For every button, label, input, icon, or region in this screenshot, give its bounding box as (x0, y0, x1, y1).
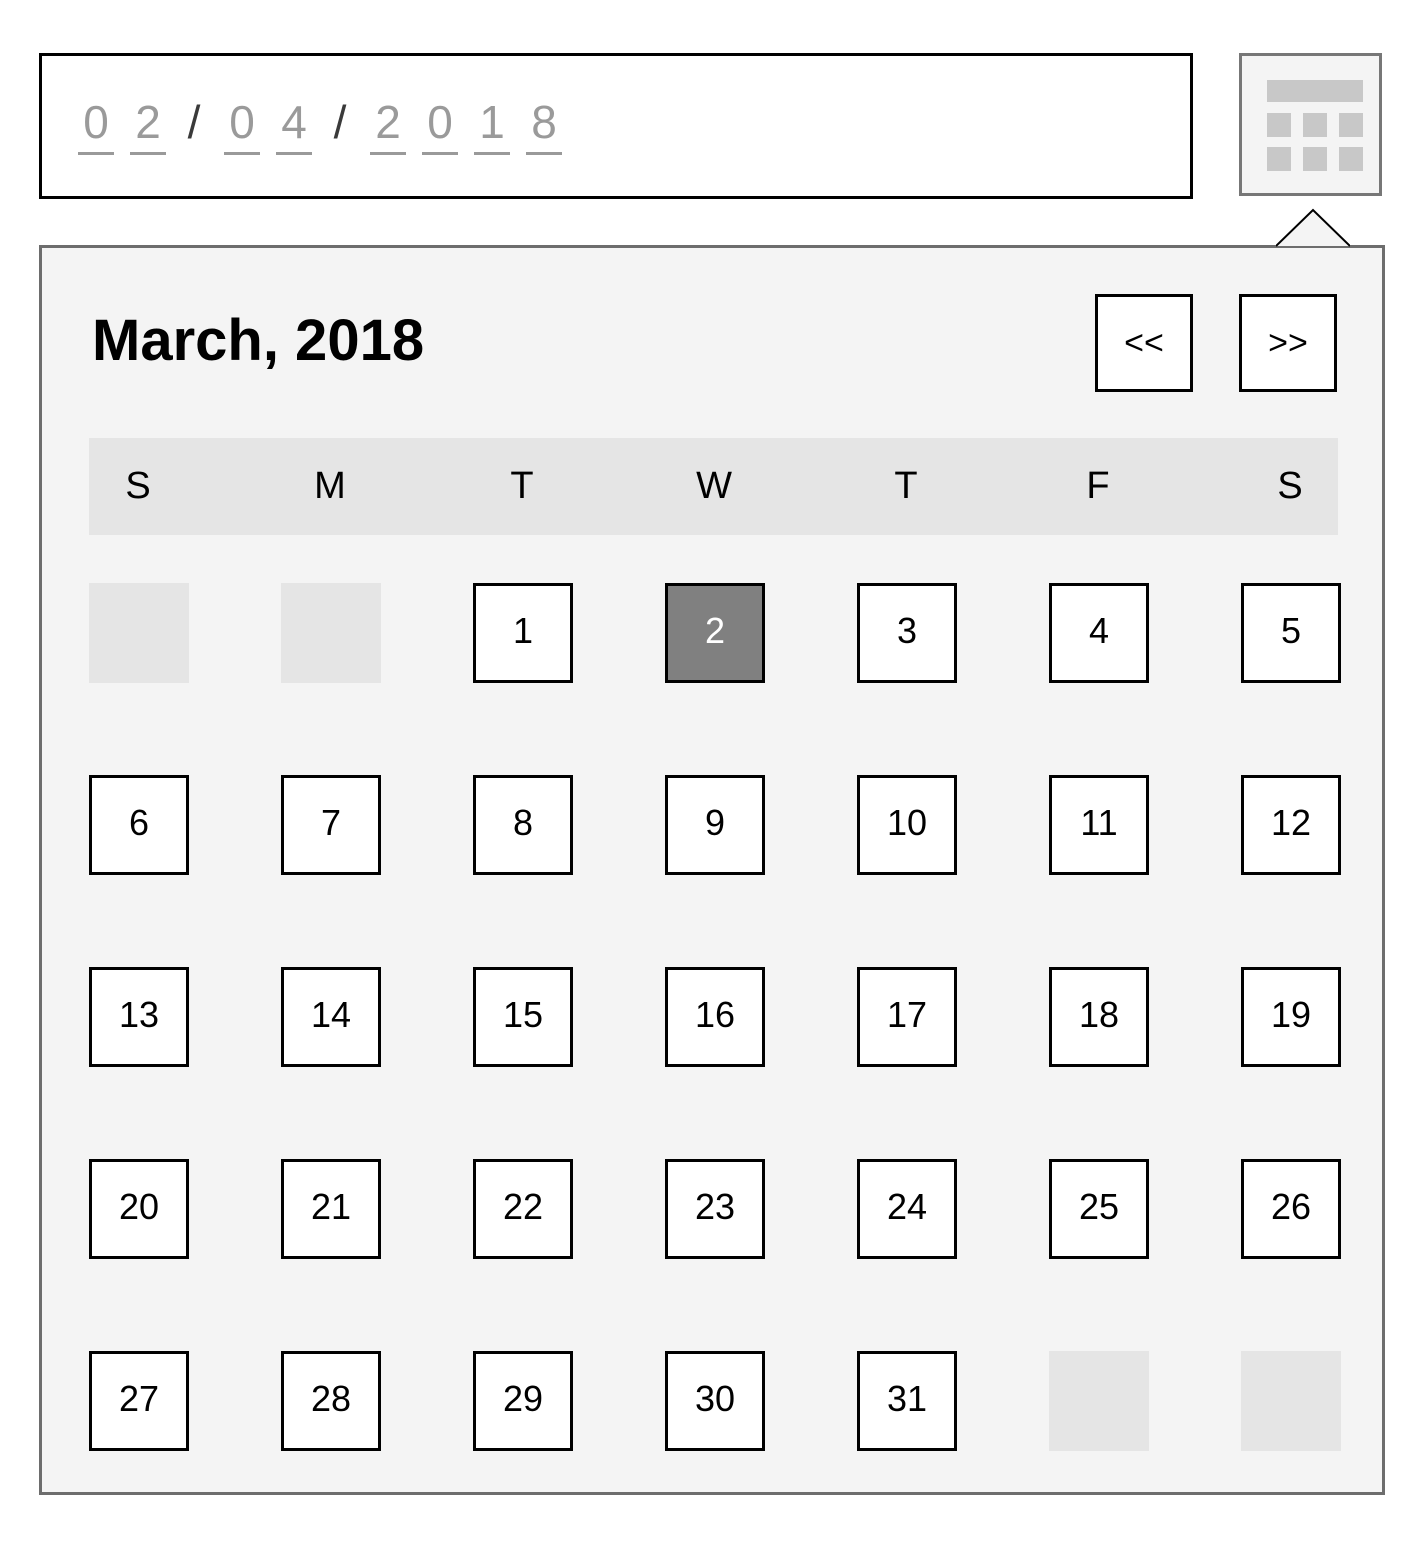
day-cell[interactable]: 7 (281, 775, 381, 875)
date-mask: 0 2 / 0 4 / 2 0 1 8 (78, 94, 578, 164)
day-cell-empty (1241, 1351, 1341, 1451)
date-input[interactable]: 0 2 / 0 4 / 2 0 1 8 (39, 53, 1193, 199)
day-cell[interactable]: 10 (857, 775, 957, 875)
day-cell[interactable]: 3 (857, 583, 957, 683)
month-digit-1: 0 (78, 94, 114, 155)
day-cell[interactable]: 13 (89, 967, 189, 1067)
day-cell[interactable]: 25 (1049, 1159, 1149, 1259)
weekday-tue: T (510, 465, 534, 507)
year-digit-2: 0 (422, 94, 458, 155)
day-cell[interactable]: 24 (857, 1159, 957, 1259)
day-cell[interactable]: 11 (1049, 775, 1149, 875)
day-cell[interactable]: 5 (1241, 583, 1341, 683)
weekday-fri: F (1086, 465, 1110, 507)
day-cell[interactable]: 19 (1241, 967, 1341, 1067)
day-cell[interactable]: 26 (1241, 1159, 1341, 1259)
day-cell[interactable]: 27 (89, 1351, 189, 1451)
day-cell[interactable]: 4 (1049, 583, 1149, 683)
weekday-sun: S (125, 465, 151, 507)
day-cell[interactable]: 28 (281, 1351, 381, 1451)
day-cell[interactable]: 22 (473, 1159, 573, 1259)
day-cell[interactable]: 21 (281, 1159, 381, 1259)
year-digit-1: 2 (370, 94, 406, 155)
weekday-thu: T (894, 465, 918, 507)
year-digit-3: 1 (474, 94, 510, 155)
day-cell-empty (1049, 1351, 1149, 1451)
day-cell-selected[interactable]: 2 (665, 583, 765, 683)
day-cell[interactable]: 20 (89, 1159, 189, 1259)
day-cell[interactable]: 17 (857, 967, 957, 1067)
day-cell[interactable]: 23 (665, 1159, 765, 1259)
day-cell[interactable]: 8 (473, 775, 573, 875)
popup-pointer (1276, 208, 1350, 247)
year-digit-4: 8 (526, 94, 562, 155)
weekday-mon: M (314, 465, 346, 507)
prev-month-button[interactable]: << (1095, 294, 1193, 392)
date-separator: / (187, 96, 201, 148)
day-cell[interactable]: 15 (473, 967, 573, 1067)
month-digit-2: 2 (130, 94, 166, 155)
day-cell[interactable]: 16 (665, 967, 765, 1067)
day-cell[interactable]: 18 (1049, 967, 1149, 1067)
calendar-icon (1267, 80, 1363, 171)
next-month-button[interactable]: >> (1239, 294, 1337, 392)
weekday-wed: W (696, 465, 732, 507)
weekday-header: S M T W T F S (89, 438, 1338, 535)
day-cell[interactable]: 30 (665, 1351, 765, 1451)
day-cell[interactable]: 1 (473, 583, 573, 683)
date-separator: / (333, 96, 347, 148)
day-cell-empty (281, 583, 381, 683)
calendar-toggle-button[interactable] (1239, 53, 1382, 196)
month-title: March, 2018 (92, 308, 425, 373)
day-cell[interactable]: 9 (665, 775, 765, 875)
day-cell-empty (89, 583, 189, 683)
weekday-sat: S (1277, 465, 1303, 507)
day-digit-1: 0 (224, 94, 260, 155)
day-cell[interactable]: 14 (281, 967, 381, 1067)
day-cell[interactable]: 12 (1241, 775, 1341, 875)
day-cell[interactable]: 29 (473, 1351, 573, 1451)
day-cell[interactable]: 6 (89, 775, 189, 875)
day-cell[interactable]: 31 (857, 1351, 957, 1451)
day-digit-2: 4 (276, 94, 312, 155)
calendar-popup: March, 2018 << >> S M T W T F S 12345678… (39, 245, 1385, 1495)
